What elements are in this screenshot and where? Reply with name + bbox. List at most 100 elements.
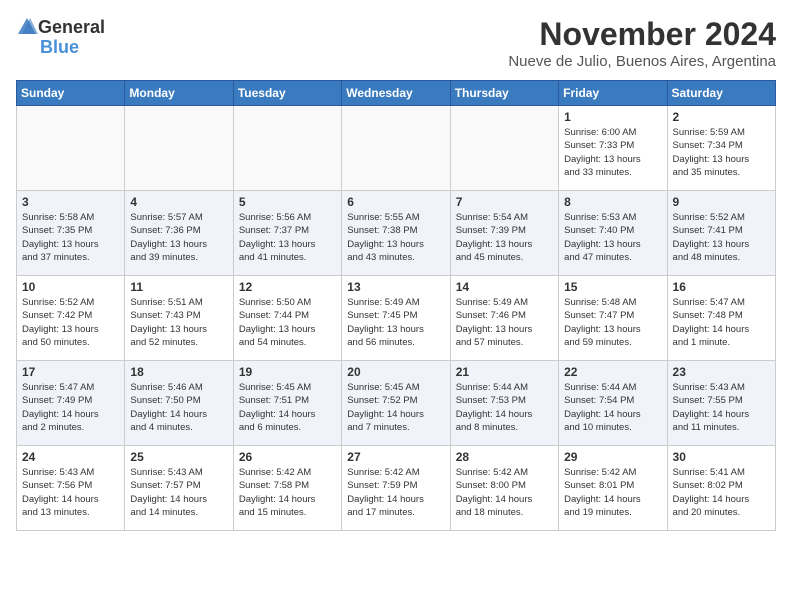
day-number: 27: [347, 450, 444, 464]
day-header-monday: Monday: [125, 81, 233, 106]
logo-icon: [16, 16, 38, 38]
calendar-cell: 7 Sunrise: 5:54 AMSunset: 7:39 PMDaylight…: [450, 191, 558, 276]
page-header: General Blue November 2024 Nueve de Juli…: [16, 16, 776, 70]
day-info: Sunrise: 5:43 AMSunset: 7:57 PMDaylight:…: [130, 466, 227, 519]
calendar-cell: 9 Sunrise: 5:52 AMSunset: 7:41 PMDaylight…: [667, 191, 775, 276]
day-info: Sunrise: 5:42 AMSunset: 7:58 PMDaylight:…: [239, 466, 336, 519]
day-number: 21: [456, 365, 553, 379]
calendar-header-row: SundayMondayTuesdayWednesdayThursdayFrid…: [17, 81, 776, 106]
day-info: Sunrise: 5:54 AMSunset: 7:39 PMDaylight:…: [456, 211, 553, 264]
calendar-cell: 13 Sunrise: 5:49 AMSunset: 7:45 PMDayligh…: [342, 276, 450, 361]
calendar-cell: 20 Sunrise: 5:45 AMSunset: 7:52 PMDayligh…: [342, 361, 450, 446]
day-number: 17: [22, 365, 119, 379]
calendar-body: 1Sunrise: 6:00 AMSunset: 7:33 PMDaylight…: [17, 106, 776, 531]
day-number: 1: [564, 110, 661, 124]
day-number: 20: [347, 365, 444, 379]
calendar-cell: 21Sunrise: 5:44 AMSunset: 7:53 PMDayligh…: [450, 361, 558, 446]
logo: General Blue: [16, 16, 105, 56]
day-number: 26: [239, 450, 336, 464]
day-number: 22: [564, 365, 661, 379]
logo-blue: Blue: [40, 38, 79, 56]
location: Nueve de Julio, Buenos Aires, Argentina: [508, 53, 776, 70]
day-number: 2: [673, 110, 770, 124]
day-header-thursday: Thursday: [450, 81, 558, 106]
day-header-sunday: Sunday: [17, 81, 125, 106]
calendar-cell: 22Sunrise: 5:44 AMSunset: 7:54 PMDayligh…: [559, 361, 667, 446]
day-number: 7: [456, 195, 553, 209]
day-number: 3: [22, 195, 119, 209]
calendar-cell: 6Sunrise: 5:55 AMSunset: 7:38 PMDaylight…: [342, 191, 450, 276]
calendar-cell: [17, 106, 125, 191]
calendar-cell: 27Sunrise: 5:42 AMSunset: 7:59 PMDayligh…: [342, 446, 450, 531]
day-header-saturday: Saturday: [667, 81, 775, 106]
week-row-2: 3 Sunrise: 5:58 AMSunset: 7:35 PMDaylight…: [17, 191, 776, 276]
day-info: Sunrise: 5:49 AMSunset: 7:46 PMDaylight:…: [456, 296, 553, 349]
day-header-friday: Friday: [559, 81, 667, 106]
week-row-3: 10Sunrise: 5:52 AMSunset: 7:42 PMDayligh…: [17, 276, 776, 361]
month-title: November 2024: [508, 16, 776, 53]
day-number: 19: [239, 365, 336, 379]
day-info: Sunrise: 5:56 AMSunset: 7:37 PMDaylight:…: [239, 211, 336, 264]
calendar-cell: 25 Sunrise: 5:43 AMSunset: 7:57 PMDayligh…: [125, 446, 233, 531]
calendar-cell: 26 Sunrise: 5:42 AMSunset: 7:58 PMDayligh…: [233, 446, 341, 531]
day-info: Sunrise: 5:42 AMSunset: 8:00 PMDaylight:…: [456, 466, 553, 519]
week-row-1: 1Sunrise: 6:00 AMSunset: 7:33 PMDaylight…: [17, 106, 776, 191]
day-number: 25: [130, 450, 227, 464]
week-row-5: 24 Sunrise: 5:43 AMSunset: 7:56 PMDayligh…: [17, 446, 776, 531]
calendar-cell: 23Sunrise: 5:43 AMSunset: 7:55 PMDayligh…: [667, 361, 775, 446]
day-number: 9: [673, 195, 770, 209]
day-info: Sunrise: 5:59 AMSunset: 7:34 PMDaylight:…: [673, 126, 770, 179]
calendar-cell: 14Sunrise: 5:49 AMSunset: 7:46 PMDayligh…: [450, 276, 558, 361]
day-number: 6: [347, 195, 444, 209]
day-info: Sunrise: 5:50 AMSunset: 7:44 PMDaylight:…: [239, 296, 336, 349]
day-number: 18: [130, 365, 227, 379]
calendar-cell: [342, 106, 450, 191]
calendar-cell: 5 Sunrise: 5:56 AMSunset: 7:37 PMDaylight…: [233, 191, 341, 276]
calendar-cell: [450, 106, 558, 191]
day-info: Sunrise: 5:51 AMSunset: 7:43 PMDaylight:…: [130, 296, 227, 349]
calendar-cell: 16 Sunrise: 5:47 AMSunset: 7:48 PMDayligh…: [667, 276, 775, 361]
calendar-cell: 2 Sunrise: 5:59 AMSunset: 7:34 PMDaylight…: [667, 106, 775, 191]
day-number: 15: [564, 280, 661, 294]
day-number: 16: [673, 280, 770, 294]
day-info: Sunrise: 5:43 AMSunset: 7:56 PMDaylight:…: [22, 466, 119, 519]
calendar-cell: 18Sunrise: 5:46 AMSunset: 7:50 PMDayligh…: [125, 361, 233, 446]
calendar-cell: [125, 106, 233, 191]
calendar-cell: 12 Sunrise: 5:50 AMSunset: 7:44 PMDayligh…: [233, 276, 341, 361]
day-number: 13: [347, 280, 444, 294]
day-info: Sunrise: 5:41 AMSunset: 8:02 PMDaylight:…: [673, 466, 770, 519]
day-number: 29: [564, 450, 661, 464]
day-header-wednesday: Wednesday: [342, 81, 450, 106]
day-number: 10: [22, 280, 119, 294]
day-number: 30: [673, 450, 770, 464]
day-number: 8: [564, 195, 661, 209]
day-info: Sunrise: 5:49 AMSunset: 7:45 PMDaylight:…: [347, 296, 444, 349]
week-row-4: 17Sunrise: 5:47 AMSunset: 7:49 PMDayligh…: [17, 361, 776, 446]
title-area: November 2024 Nueve de Julio, Buenos Air…: [508, 16, 776, 70]
day-info: Sunrise: 5:47 AMSunset: 7:48 PMDaylight:…: [673, 296, 770, 349]
calendar-cell: 28 Sunrise: 5:42 AMSunset: 8:00 PMDayligh…: [450, 446, 558, 531]
calendar-cell: 3 Sunrise: 5:58 AMSunset: 7:35 PMDaylight…: [17, 191, 125, 276]
day-info: Sunrise: 5:53 AMSunset: 7:40 PMDaylight:…: [564, 211, 661, 264]
day-info: Sunrise: 5:45 AMSunset: 7:52 PMDaylight:…: [347, 381, 444, 434]
calendar-cell: 1Sunrise: 6:00 AMSunset: 7:33 PMDaylight…: [559, 106, 667, 191]
day-info: Sunrise: 5:52 AMSunset: 7:41 PMDaylight:…: [673, 211, 770, 264]
calendar-cell: 15 Sunrise: 5:48 AMSunset: 7:47 PMDayligh…: [559, 276, 667, 361]
calendar-cell: 8 Sunrise: 5:53 AMSunset: 7:40 PMDaylight…: [559, 191, 667, 276]
day-info: Sunrise: 5:42 AMSunset: 8:01 PMDaylight:…: [564, 466, 661, 519]
day-number: 12: [239, 280, 336, 294]
day-number: 28: [456, 450, 553, 464]
day-number: 23: [673, 365, 770, 379]
day-info: Sunrise: 5:57 AMSunset: 7:36 PMDaylight:…: [130, 211, 227, 264]
day-header-tuesday: Tuesday: [233, 81, 341, 106]
day-number: 24: [22, 450, 119, 464]
day-number: 5: [239, 195, 336, 209]
calendar-cell: 10Sunrise: 5:52 AMSunset: 7:42 PMDayligh…: [17, 276, 125, 361]
day-number: 11: [130, 280, 227, 294]
day-info: Sunrise: 5:48 AMSunset: 7:47 PMDaylight:…: [564, 296, 661, 349]
calendar-cell: 29 Sunrise: 5:42 AMSunset: 8:01 PMDayligh…: [559, 446, 667, 531]
calendar-cell: 30 Sunrise: 5:41 AMSunset: 8:02 PMDayligh…: [667, 446, 775, 531]
calendar-cell: 17Sunrise: 5:47 AMSunset: 7:49 PMDayligh…: [17, 361, 125, 446]
day-info: Sunrise: 5:45 AMSunset: 7:51 PMDaylight:…: [239, 381, 336, 434]
day-info: Sunrise: 5:58 AMSunset: 7:35 PMDaylight:…: [22, 211, 119, 264]
